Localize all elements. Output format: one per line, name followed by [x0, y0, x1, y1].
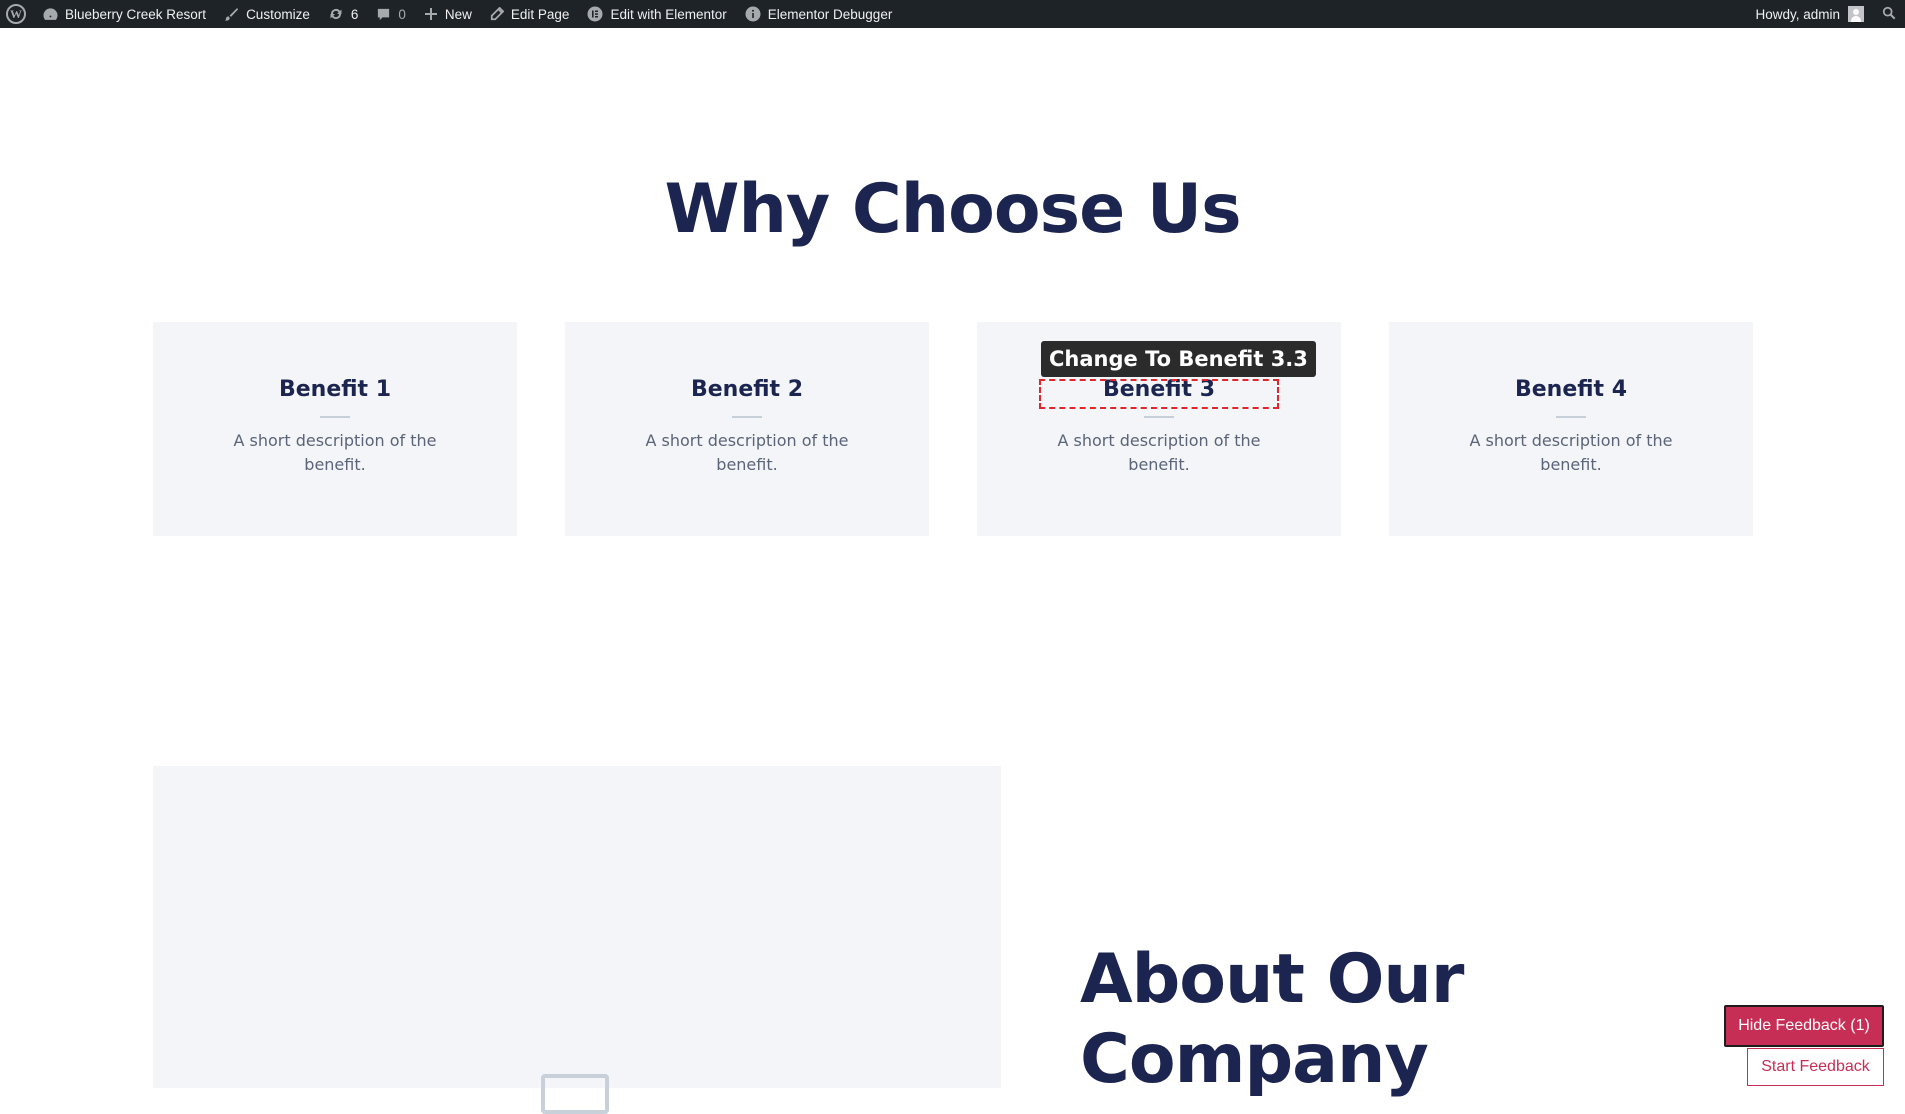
- info-icon: [745, 6, 761, 22]
- new-label: New: [444, 6, 472, 22]
- updates-icon: [328, 6, 344, 22]
- benefit-card: Benefit 4 A short description of the ben…: [1389, 322, 1753, 536]
- wordpress-menu[interactable]: W: [0, 0, 34, 28]
- divider: [1556, 416, 1586, 418]
- benefit-description: A short description of the benefit.: [233, 431, 437, 474]
- benefit-title[interactable]: Benefit 3: [977, 377, 1341, 402]
- customize-label: Customize: [246, 6, 310, 22]
- benefit-description: A short description of the benefit.: [1057, 431, 1261, 474]
- benefit-card: Benefit 1 A short description of the ben…: [153, 322, 517, 536]
- my-account-link[interactable]: Howdy, admin: [1746, 0, 1873, 28]
- benefit-title[interactable]: Benefit 1: [153, 377, 517, 402]
- customize-link[interactable]: Customize: [215, 0, 319, 28]
- feedback-tooltip: Change To Benefit 3.3: [1041, 341, 1316, 377]
- elementor-debugger-link[interactable]: Elementor Debugger: [736, 0, 902, 28]
- admin-bar: W Blueberry Creek Resort Customize 6 0 N…: [0, 0, 1905, 28]
- site-name-link[interactable]: Blueberry Creek Resort: [34, 0, 215, 28]
- start-feedback-button[interactable]: Start Feedback: [1747, 1048, 1884, 1086]
- avatar: [1848, 6, 1864, 22]
- wordpress-logo-icon: W: [6, 4, 26, 24]
- howdy-label: Howdy, admin: [1755, 6, 1840, 22]
- about-heading: About Our Company: [1080, 940, 1464, 1099]
- comment-icon: [376, 7, 391, 22]
- edit-page-label: Edit Page: [510, 6, 570, 22]
- site-name-label: Blueberry Creek Resort: [65, 6, 207, 22]
- edit-with-elementor-label: Edit with Elementor: [610, 6, 727, 22]
- divider: [320, 416, 350, 418]
- elementor-debugger-label: Elementor Debugger: [767, 6, 893, 22]
- divider: [1144, 416, 1174, 418]
- benefit-title[interactable]: Benefit 2: [565, 377, 929, 402]
- plus-icon: [424, 7, 438, 21]
- pencil-icon: [490, 7, 504, 21]
- about-image-placeholder: [153, 766, 1001, 1114]
- benefit-card: Benefit 2 A short description of the ben…: [565, 322, 929, 536]
- elementor-icon: [587, 6, 603, 22]
- image-placeholder-icon: [541, 1074, 609, 1114]
- benefit-description: A short description of the benefit.: [645, 431, 849, 474]
- search-icon: [1882, 6, 1896, 23]
- comments-link[interactable]: 0: [367, 0, 415, 28]
- benefits-grid: Benefit 1 A short description of the ben…: [153, 322, 1753, 536]
- comments-count: 0: [398, 6, 406, 22]
- edit-with-elementor-link[interactable]: Edit with Elementor: [578, 0, 735, 28]
- dashboard-icon: [43, 7, 58, 22]
- benefit-title[interactable]: Benefit 4: [1389, 377, 1753, 402]
- why-choose-us-heading: Why Choose Us: [664, 170, 1241, 249]
- benefit-description: A short description of the benefit.: [1469, 431, 1673, 474]
- admin-search-button[interactable]: [1873, 0, 1905, 28]
- divider: [732, 416, 762, 418]
- edit-page-link[interactable]: Edit Page: [481, 0, 579, 28]
- updates-link[interactable]: 6: [319, 0, 368, 28]
- brush-icon: [224, 7, 239, 22]
- new-content-link[interactable]: New: [415, 0, 481, 28]
- hide-feedback-button[interactable]: Hide Feedback (1): [1724, 1005, 1884, 1047]
- updates-count: 6: [350, 6, 359, 22]
